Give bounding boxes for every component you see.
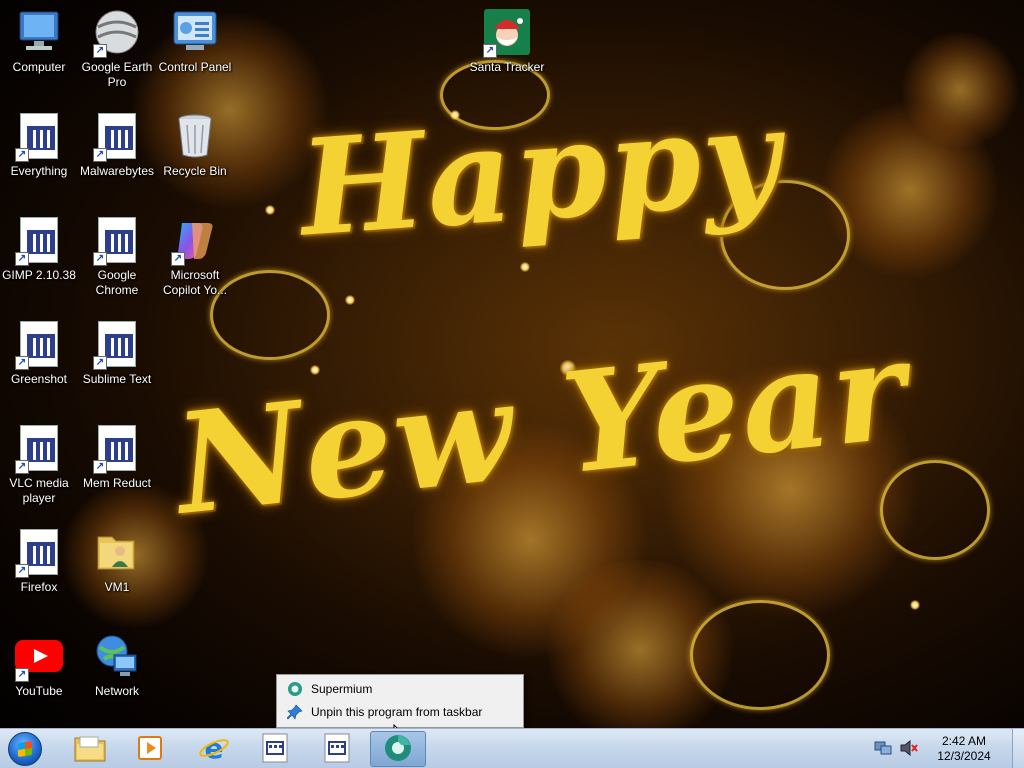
youtube-icon: ↗ xyxy=(15,632,63,682)
taskbar-jump-list: Supermium Unpin this program from taskba… xyxy=(276,674,524,728)
desktop-icon-recycle-bin[interactable]: Recycle Bin xyxy=(156,112,234,179)
folder-user-icon xyxy=(93,528,141,576)
desktop-icon-youtube[interactable]: ↗ YouTube xyxy=(0,632,78,699)
taskbar-button-app-1[interactable] xyxy=(247,731,303,767)
ie-icon: e xyxy=(198,732,230,766)
desktop-icon-santa-tracker[interactable]: ↗ Santa Tracker xyxy=(468,8,546,75)
start-button[interactable] xyxy=(5,731,45,767)
desktop-icon-greenshot[interactable]: ↗ Greenshot xyxy=(0,320,78,387)
folder-icon xyxy=(74,734,106,765)
system-tray: 2:42 AM 12/3/2024 xyxy=(874,729,996,768)
menu-item-supermium[interactable]: Supermium xyxy=(279,677,521,700)
desktop-icon-label: Network xyxy=(94,684,139,698)
taskbar-button-supermium[interactable] xyxy=(370,731,426,767)
desktop-icon-label: Everything xyxy=(10,164,68,178)
desktop-icon-label: Computer xyxy=(12,60,66,74)
app-icon: ↗ xyxy=(93,424,141,474)
wallpaper-greeting-line1: Happy xyxy=(295,78,787,267)
desktop-icon-label: Sublime Text xyxy=(82,372,152,386)
desktop-icon-vlc-media-player[interactable]: ↗ VLC media player xyxy=(0,424,78,506)
desktop-icon-label: Firefox xyxy=(20,580,58,594)
app-icon: ↗ xyxy=(15,528,63,578)
taskbar-button-internet-explorer[interactable]: e xyxy=(186,731,242,767)
copilot-icon: ↗ xyxy=(171,216,219,266)
shortcut-arrow-icon: ↗ xyxy=(93,148,107,162)
desktop-icon-control-panel[interactable]: Control Panel xyxy=(156,8,234,75)
menu-item-label: Supermium xyxy=(311,681,373,696)
volume-muted-icon[interactable] xyxy=(900,739,918,759)
app-icon: ↗ xyxy=(15,216,63,266)
menu-item-label: Unpin this program from taskbar xyxy=(311,704,483,719)
desktop-icon-everything[interactable]: ↗ Everything xyxy=(0,112,78,179)
desktop-icon-label: Google Earth Pro xyxy=(81,60,153,89)
computer-icon xyxy=(15,8,63,56)
desktop-icon-sublime-text[interactable]: ↗ Sublime Text xyxy=(78,320,156,387)
show-desktop-button[interactable] xyxy=(1012,729,1024,768)
shortcut-arrow-icon: ↗ xyxy=(15,460,29,474)
desktop-icon-label: VLC media player xyxy=(9,476,69,505)
taskbar-button-media-player[interactable] xyxy=(122,731,178,767)
taskbar: e 2:42 AM 12/3/2024 xyxy=(0,728,1024,768)
taskbar-button-file-explorer[interactable] xyxy=(62,731,118,767)
desktop-icon-label: Control Panel xyxy=(158,60,232,74)
shortcut-arrow-icon: ↗ xyxy=(15,564,29,578)
desktop-icon-label: Recycle Bin xyxy=(163,164,227,178)
shortcut-arrow-icon: ↗ xyxy=(15,252,29,266)
supermium-icon xyxy=(383,733,413,766)
control-panel-icon xyxy=(171,8,219,56)
shortcut-arrow-icon: ↗ xyxy=(171,252,185,266)
desktop-icon-gimp[interactable]: ↗ GIMP 2.10.38 xyxy=(0,216,78,283)
supermium-icon xyxy=(287,681,303,697)
desktop-icon-label: Google Chrome xyxy=(95,268,139,297)
desktop-icon-label: VM1 xyxy=(104,580,130,594)
santa-icon: ↗ xyxy=(483,8,531,58)
desktop-icon-label: Santa Tracker xyxy=(469,60,545,74)
app-icon: ↗ xyxy=(93,112,141,162)
google-earth-icon: ↗ xyxy=(93,8,141,58)
app-icon xyxy=(262,733,288,766)
clock-time: 2:42 AM xyxy=(941,734,987,748)
menu-item-unpin-from-taskbar[interactable]: Unpin this program from taskbar xyxy=(279,700,521,723)
desktop-icon-vm1[interactable]: VM1 xyxy=(78,528,156,595)
recycle-bin-icon xyxy=(171,112,219,160)
svg-text:e: e xyxy=(205,733,224,763)
desktop-icon-label: Malwarebytes xyxy=(79,164,155,178)
shortcut-arrow-icon: ↗ xyxy=(15,148,29,162)
unpin-icon xyxy=(287,703,303,720)
app-icon: ↗ xyxy=(15,112,63,162)
desktop-icon-malwarebytes[interactable]: ↗ Malwarebytes xyxy=(78,112,156,179)
desktop-icon-network[interactable]: Network xyxy=(78,632,156,699)
app-icon xyxy=(324,733,350,766)
app-icon: ↗ xyxy=(93,216,141,266)
desktop-icon-computer[interactable]: Computer xyxy=(0,8,78,75)
desktop-icon-label: GIMP 2.10.38 xyxy=(2,268,76,282)
shortcut-arrow-icon: ↗ xyxy=(93,460,107,474)
shortcut-arrow-icon: ↗ xyxy=(483,44,497,58)
shortcut-arrow-icon: ↗ xyxy=(93,44,107,58)
desktop-icon-label: Microsoft Copilot Yo... xyxy=(162,268,228,297)
desktop-icon-mem-reduct[interactable]: ↗ Mem Reduct xyxy=(78,424,156,491)
taskbar-button-app-2[interactable] xyxy=(309,731,365,767)
clock-date: 12/3/2024 xyxy=(937,749,991,763)
desktop-icon-label: YouTube xyxy=(15,684,63,698)
desktop-icon-firefox[interactable]: ↗ Firefox xyxy=(0,528,78,595)
desktop-icon-google-earth-pro[interactable]: ↗ Google Earth Pro xyxy=(78,8,156,90)
network-icon xyxy=(93,632,141,680)
shortcut-arrow-icon: ↗ xyxy=(15,668,29,682)
clock[interactable]: 2:42 AM 12/3/2024 xyxy=(932,734,996,764)
app-icon: ↗ xyxy=(15,320,63,370)
shortcut-arrow-icon: ↗ xyxy=(15,356,29,370)
app-icon: ↗ xyxy=(15,424,63,474)
desktop-icon-label: Mem Reduct xyxy=(82,476,152,490)
media-player-icon xyxy=(136,734,164,765)
desktop-icon-microsoft-copilot[interactable]: ↗ Microsoft Copilot Yo... xyxy=(156,216,234,298)
desktop-icon-label: Greenshot xyxy=(10,372,68,386)
shortcut-arrow-icon: ↗ xyxy=(93,252,107,266)
shortcut-arrow-icon: ↗ xyxy=(93,356,107,370)
windows-logo-icon xyxy=(8,732,42,766)
network-tray-icon[interactable] xyxy=(874,740,892,759)
app-icon: ↗ xyxy=(93,320,141,370)
desktop-icon-google-chrome[interactable]: ↗ Google Chrome xyxy=(78,216,156,298)
